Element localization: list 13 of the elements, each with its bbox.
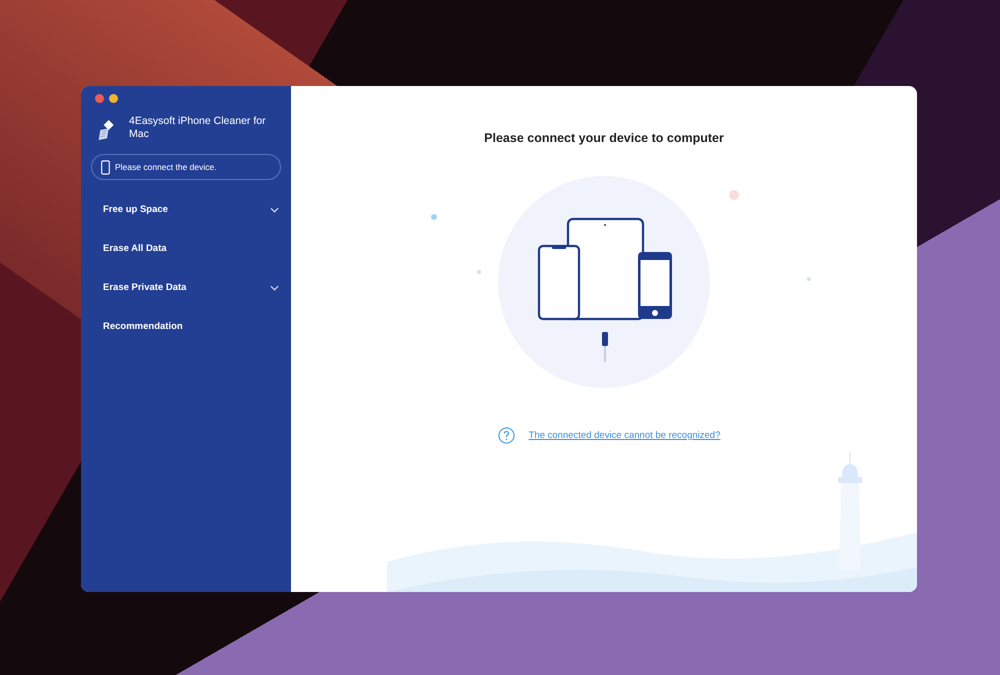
sidebar-item[interactable]: Erase Private Data [91, 268, 281, 307]
device-status-text: Please connect the device. [115, 162, 217, 172]
close-dot-icon[interactable] [95, 94, 104, 103]
app-title: 4Easysoft iPhone Cleaner for Mac [129, 115, 267, 141]
chevron-down-icon[interactable] [270, 284, 279, 290]
sidebar-item[interactable]: Recommendation [91, 307, 281, 346]
connect-heading: Please connect your device to computer [484, 131, 724, 145]
sidebar-item[interactable]: Erase All Data [91, 229, 281, 268]
minimize-dot-icon[interactable] [109, 94, 118, 103]
phone-icon [101, 160, 110, 174]
sidebar-item[interactable]: Free up Space [91, 190, 281, 229]
help-icon [498, 427, 515, 444]
chevron-down-icon[interactable] [270, 206, 279, 212]
